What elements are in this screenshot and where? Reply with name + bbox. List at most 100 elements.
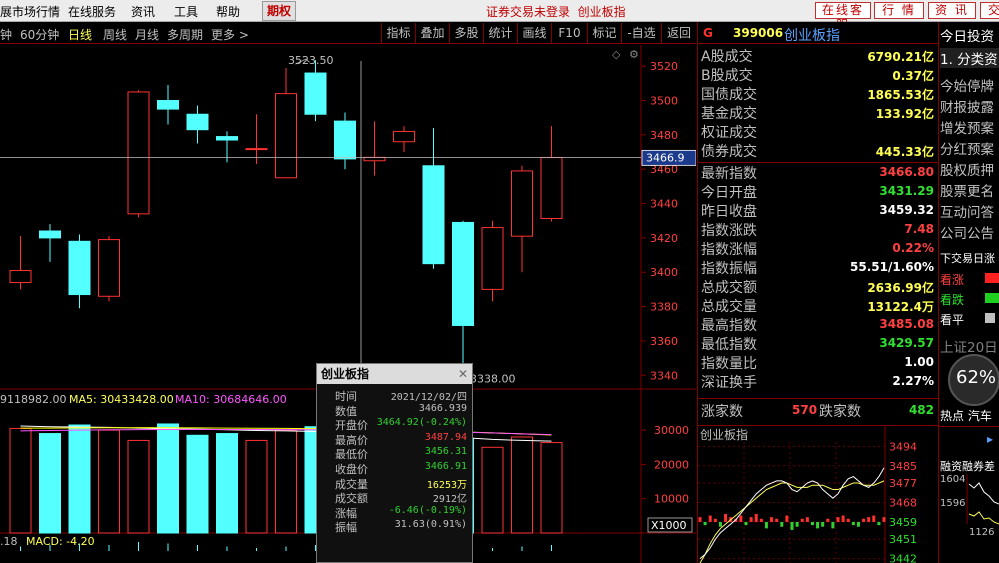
chart-toolbar: 钟 60分钟 日线 周线 月线 多周期 更多 > 指标 叠加 多股 统计 画线 … [0,22,696,44]
vote-down-bar [985,293,999,303]
trade-button[interactable]: 交 [980,2,999,19]
issuance-item[interactable]: 增发预案 [940,117,994,137]
vote-down-label[interactable]: 看跌 [940,291,964,308]
diamond-icon[interactable]: ◇ [612,48,621,61]
tooltip-value: 3487.94 [424,431,467,443]
period-minute[interactable]: 钟 [0,26,12,43]
menu-market[interactable]: 展市场行情 [0,3,60,20]
period-more[interactable]: 更多 > [211,26,249,43]
menu-news[interactable]: 资讯 [131,3,155,20]
candle-body[interactable] [511,170,533,237]
volume-bar[interactable] [511,436,533,534]
candle-body[interactable] [157,100,179,110]
candle-body[interactable] [9,270,32,284]
info-row: A股成交 6790.21亿 [698,46,938,65]
announcement-item[interactable]: 公司公告 [940,222,994,242]
candle-body[interactable] [186,113,209,131]
price-tick-label: 3340 [650,369,678,382]
volume-bar[interactable] [186,434,209,534]
info-row: 指数量比 1.00 [698,353,938,372]
halt-item[interactable]: 今始停牌 [940,75,994,95]
margin-chart [966,474,999,525]
volume-bar[interactable] [275,429,297,534]
period-multi[interactable]: 多周期 [167,26,203,43]
tooltip-value: 2021/12/02/四 [390,392,467,403]
volume-bar[interactable] [127,439,150,534]
mark-button[interactable]: 标记 [587,23,621,43]
candle-body[interactable] [245,148,268,151]
volume-bar[interactable] [39,433,61,534]
more-icon[interactable]: ▸ [987,432,993,446]
menu-tools[interactable]: 工具 [174,3,198,20]
price-tick-label: 3360 [650,335,678,348]
volume-bar[interactable] [98,429,120,534]
rename-item[interactable]: 股票更名 [940,180,994,200]
margin-line-2 [968,511,999,525]
candle-body[interactable] [334,120,356,160]
online-support-button[interactable]: 在线客服 [815,2,871,32]
candle-body[interactable] [98,239,120,297]
vote-up-label[interactable]: 看涨 [940,271,964,288]
info-row: 最高指数 3485.08 [698,315,938,334]
tooltip-panel: 创业板指 ✕ 时间 2021/12/02/四 数值 3466.939 开盘价 3464.92… [316,363,473,563]
candle-body[interactable] [39,230,61,239]
multi-stock-button[interactable]: 多股 [449,23,483,43]
pledge-item[interactable]: 股权质押 [940,159,994,179]
period-monthly[interactable]: 月线 [135,26,159,43]
candle-body[interactable] [481,227,504,290]
dividend-item[interactable]: 分红预案 [940,138,994,158]
category-item[interactable]: 1. 分类资 [940,48,999,68]
watchlist-button[interactable]: -自选 [621,23,661,43]
volume-bar[interactable] [540,442,563,534]
info-row: 总成交额 2636.99亿 [698,277,938,296]
period-60min[interactable]: 60分钟 [20,26,59,43]
hotspot-label[interactable]: 热点 汽车 [940,407,992,424]
candle-body[interactable] [393,130,415,143]
stats-button[interactable]: 统计 [483,23,517,43]
quotes-button[interactable]: 行 情 [874,2,924,19]
qa-item[interactable]: 互动问答 [940,201,994,221]
report-item[interactable]: 财报披露 [940,96,994,116]
volume-bar[interactable] [157,423,179,534]
index-name[interactable]: 创业板指 [784,25,840,45]
gear-icon[interactable]: ⚙ [629,48,639,61]
options-button[interactable]: 期权 [262,1,297,21]
period-weekly[interactable]: 周线 [103,26,127,43]
volume-bar[interactable] [481,446,504,534]
volume-bar[interactable] [9,427,32,534]
trade-login-status[interactable]: 证券交易未登录 创业板指 [486,3,626,20]
info-row: 总成交量 13122.4万 [698,296,938,315]
candle-body[interactable] [127,91,150,215]
index-code[interactable]: 399006 [733,26,783,40]
candle-body[interactable] [68,240,91,296]
volume-bar[interactable] [245,439,268,534]
news-button[interactable]: 资 讯 [928,2,976,19]
candle-body[interactable] [363,156,386,162]
volume-legend-ma10: MA10: 30684646.00 [175,393,287,406]
candle-body[interactable] [275,93,297,179]
back-button[interactable]: 返回 [661,23,696,43]
candle-body[interactable] [304,72,327,115]
info-value: 3431.29 [879,184,934,198]
volume-bar[interactable] [216,433,238,534]
candle-body[interactable] [452,221,474,326]
menu-help[interactable]: 帮助 [216,3,240,20]
volume-tick-label: 30000 [654,424,689,437]
overlay-button[interactable]: 叠加 [415,23,449,43]
volume-bar[interactable] [68,424,91,534]
menu-online-service[interactable]: 在线服务 [68,3,116,20]
tooltip-row: 成交量 16253万 [317,476,472,491]
period-daily[interactable]: 日线 [68,26,92,43]
vote-flat-label[interactable]: 看平 [940,311,964,328]
crosshair-price-label: 3466.9 [646,151,685,164]
f10-button[interactable]: F10 [551,23,587,43]
candle-body[interactable] [540,157,563,220]
candle-body[interactable] [422,165,445,265]
mini-intraday-chart[interactable]: 创业板指 3494 3485 3477 3468 3459 3451 3442 [698,426,938,563]
tooltip-row: 数值 3466.939 [317,403,472,418]
indicator-button[interactable]: 指标 [381,23,415,43]
draw-line-button[interactable]: 画线 [517,23,551,43]
today-invest-label[interactable]: 今日投资 [940,25,994,45]
close-icon[interactable]: ✕ [458,364,468,384]
candle-body[interactable] [216,136,238,141]
